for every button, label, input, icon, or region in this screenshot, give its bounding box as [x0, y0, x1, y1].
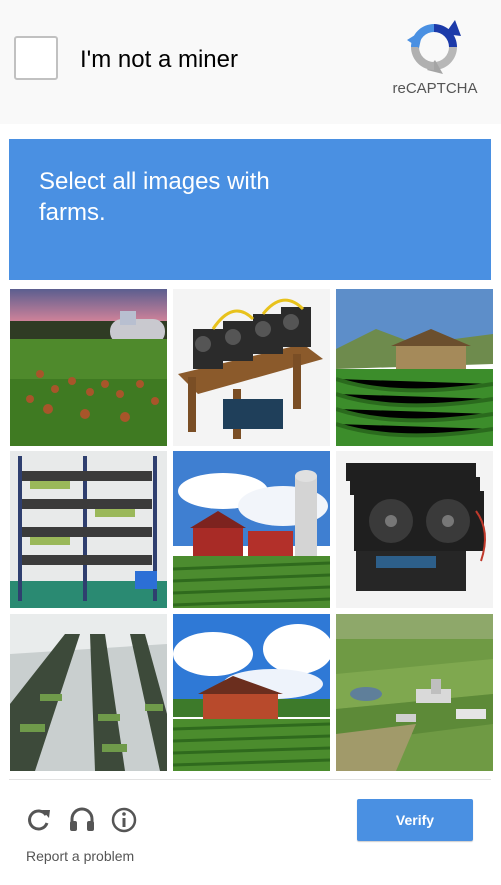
tile-aerial-farm-landscape[interactable] [336, 614, 493, 771]
tile-gpu-mining-rig[interactable] [336, 451, 493, 608]
not-a-miner-checkbox[interactable] [14, 36, 58, 80]
footer-divider [9, 779, 491, 780]
checkbox-label: I'm not a miner [80, 46, 238, 73]
recaptcha-anchor: I'm not a miner reCAPTCHA [0, 0, 501, 125]
report-problem-link[interactable]: Report a problem [26, 848, 134, 864]
tile-chicken-farm[interactable] [10, 289, 167, 446]
verify-button[interactable]: Verify [357, 799, 473, 841]
tile-red-farmhouse-field[interactable] [173, 614, 330, 771]
recaptcha-logo-icon [407, 20, 461, 74]
instruction-text: Select all images with farms. [39, 168, 270, 226]
recaptcha-brand-text: reCAPTCHA [392, 80, 478, 97]
reload-icon[interactable] [25, 806, 53, 834]
tile-mining-rig-shelves[interactable] [10, 451, 167, 608]
tile-mining-rig-wooden-frame[interactable] [173, 289, 330, 446]
headphones-icon[interactable] [68, 806, 96, 834]
challenge-instruction: Select all images with farms. [9, 139, 491, 280]
tile-mining-farm-warehouse[interactable] [10, 614, 167, 771]
tile-terraced-farm-house[interactable] [336, 289, 493, 446]
info-icon[interactable] [110, 806, 138, 834]
tile-red-barns-silo[interactable] [173, 451, 330, 608]
